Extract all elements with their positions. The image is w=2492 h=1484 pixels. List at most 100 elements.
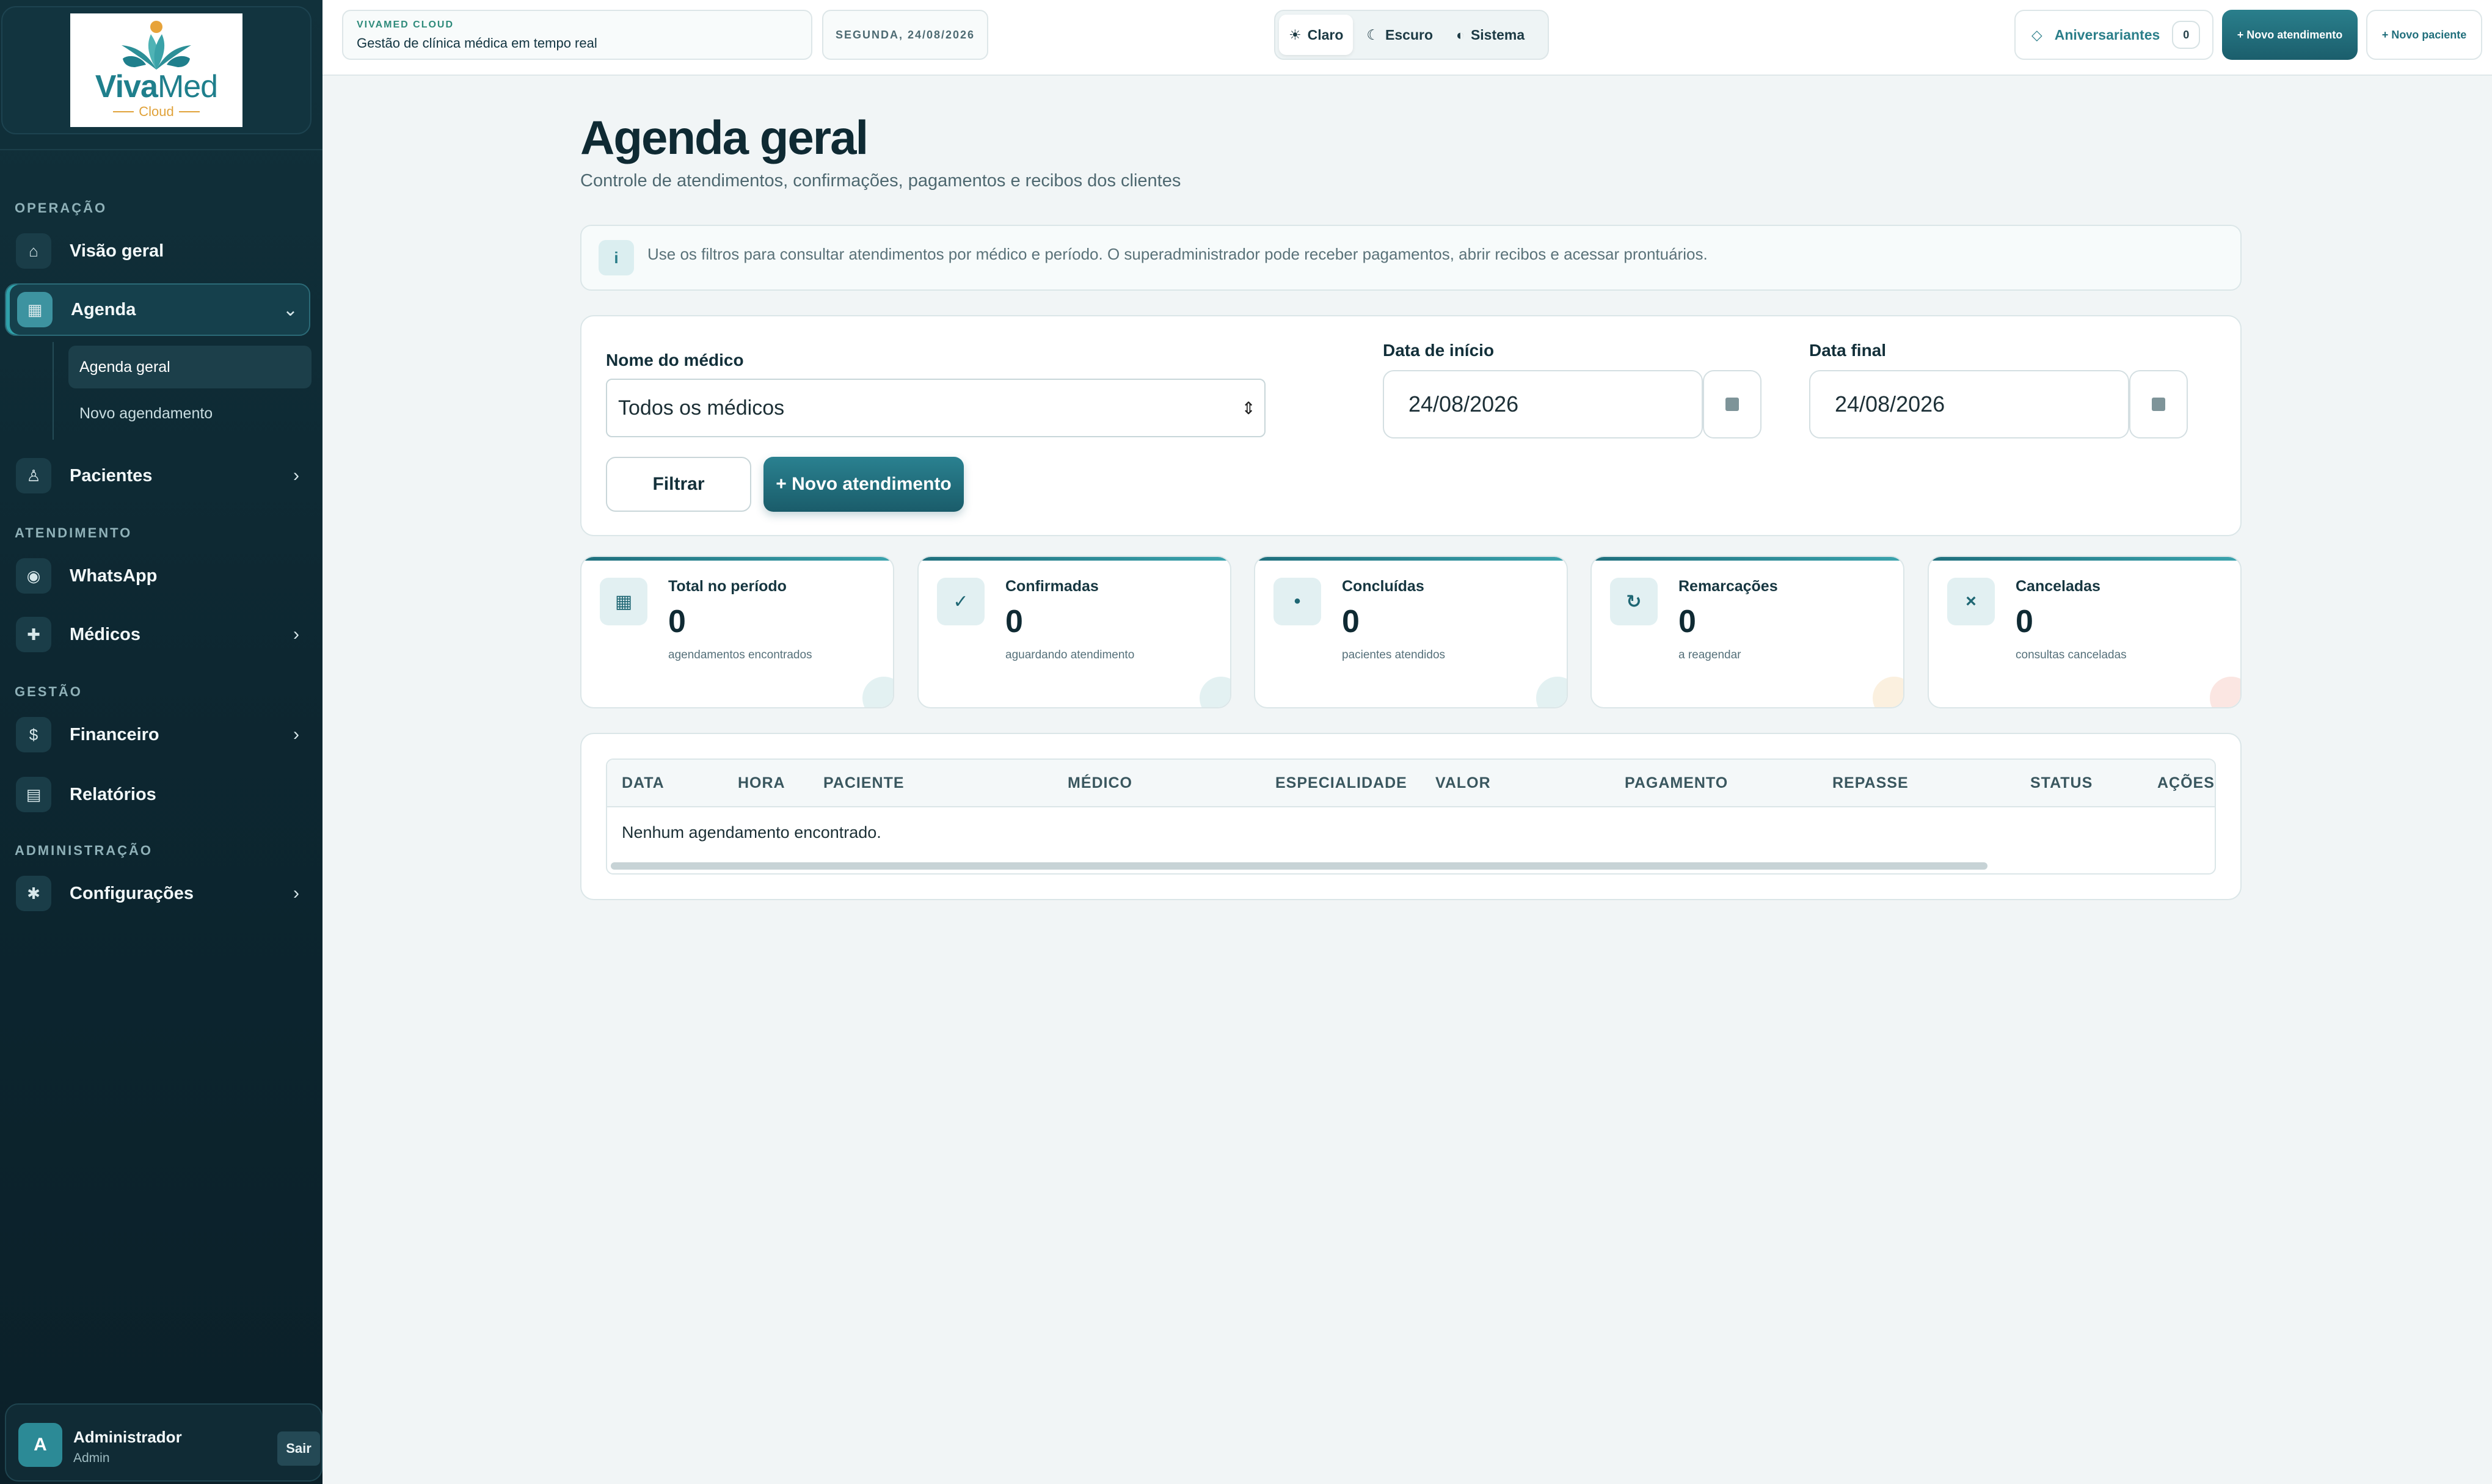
column-header[interactable]: ESPECIALIDADE [1275,774,1407,792]
birthdays-button[interactable]: ◇ Aniversariantes 0 [2014,10,2213,60]
sidebar-item-visao-geral[interactable]: ⌂ Visão geral [5,225,310,277]
close-icon: × [1947,578,1995,625]
column-header[interactable]: DATA [622,774,665,792]
doctor-select[interactable]: Todos os médicos ⇕ [606,379,1266,437]
user-card: A Administrador Admin Sair [5,1403,322,1482]
chevron-right-icon: › [293,624,299,644]
new-appointment-top-button[interactable]: + Novo atendimento [2222,10,2358,60]
appointments-table: DATA HORA PACIENTE MÉDICO ESPECIALIDADE … [606,758,2216,875]
plus-icon: ✚ [16,617,51,652]
theme-dark-button[interactable]: ☾ Escuro [1357,15,1443,55]
table-header: DATA HORA PACIENTE MÉDICO ESPECIALIDADE … [607,760,2215,807]
gear-icon: ✱ [16,876,51,911]
theme-label: Claro [1307,26,1344,43]
stat-title: Concluídas [1342,578,1424,595]
sidebar-item-configuracoes[interactable]: ✱ Configurações › [5,867,310,920]
calendar-icon [2152,398,2165,411]
horizontal-scrollbar[interactable] [611,862,1987,870]
brand-title: Gestão de clínica médica em tempo real [357,35,597,51]
stat-card-confirmadas: ✓ Confirmadas 0 aguardando atendimento [917,556,1231,708]
info-banner: i Use os filtros para consultar atendime… [580,225,2242,291]
sun-icon: ☀ [1289,26,1302,43]
brand-kicker: VIVAMED CLOUD [357,20,454,30]
start-date-calendar-button[interactable] [1703,370,1762,438]
stat-card-remarcacoes: ↻ Remarcações 0 a reagendar [1590,556,1904,708]
chevron-right-icon: › [293,465,299,486]
submenu-novo-agendamento[interactable]: Novo agendamento [68,392,312,435]
sidebar-item-medicos[interactable]: ✚ Médicos › [5,608,310,661]
stat-value: 0 [1342,604,1360,639]
column-header[interactable]: PAGAMENTO [1625,774,1728,792]
logout-button[interactable]: Sair [277,1431,320,1466]
theme-label: Sistema [1470,26,1525,43]
new-appointment-button[interactable]: + Novo atendimento [763,457,964,512]
sidebar: VivaMed Cloud OPERAÇÃO ⌂ Visão geral ▦ A… [0,0,322,1484]
theme-switcher: ☀ Claro ☾ Escuro ◐ Sistema [1274,10,1549,60]
decorative-corner [2210,677,2240,707]
sidebar-item-label: Relatórios [70,784,156,804]
section-title-operacao: OPERAÇÃO [15,200,107,216]
stat-desc: a reagendar [1678,649,1741,661]
sidebar-item-label: Configurações [70,883,194,903]
end-date-calendar-button[interactable] [2129,370,2188,438]
brand-box: VIVAMED CLOUD Gestão de clínica médica e… [342,10,812,60]
select-arrows-icon: ⇕ [1241,398,1256,418]
stat-desc: pacientes atendidos [1342,649,1446,661]
column-header[interactable]: AÇÕES [2157,774,2215,792]
column-header[interactable]: PACIENTE [823,774,905,792]
doctor-label: Nome do médico [606,351,744,369]
sidebar-item-financeiro[interactable]: $ Financeiro › [5,708,310,761]
chevron-right-icon: › [293,883,299,903]
column-header[interactable]: VALOR [1435,774,1491,792]
diamond-icon: ◇ [2031,26,2042,43]
info-icon: i [599,240,634,275]
new-patient-button[interactable]: + Novo paciente [2366,10,2482,60]
birthdays-count-badge: 0 [2172,21,2201,49]
logo-leaves-icon [122,21,191,70]
column-header[interactable]: MÉDICO [1068,774,1132,792]
sidebar-item-label: Visão geral [70,241,164,261]
page-title: Agenda geral [580,111,869,164]
stat-desc: aguardando atendimento [1005,649,1135,661]
stat-desc: consultas canceladas [2016,649,2127,661]
start-date-input[interactable]: 24/08/2026 [1383,370,1703,438]
stat-title: Remarcações [1678,578,1778,595]
decorative-corner [862,677,893,707]
submenu-line [53,342,54,440]
info-text: Use os filtros para consultar atendiment… [647,244,1708,263]
user-icon: ♙ [16,458,51,493]
column-header[interactable]: REPASSE [1832,774,1909,792]
report-icon: ▤ [16,777,51,812]
stat-value: 0 [2016,604,2033,639]
current-date: SEGUNDA, 24/08/2026 [822,10,988,60]
sidebar-item-pacientes[interactable]: ♙ Pacientes › [5,449,310,502]
sidebar-item-whatsapp[interactable]: ◉ WhatsApp [5,550,310,602]
sidebar-item-relatorios[interactable]: ▤ Relatórios [5,768,310,821]
theme-system-button[interactable]: ◐ Sistema [1446,15,1534,55]
decorative-corner [1536,677,1567,707]
logo-wordmark: VivaMed [95,69,218,104]
logo-subtitle: Cloud [113,104,199,120]
end-date-input[interactable]: 24/08/2026 [1809,370,2129,438]
logo-container: VivaMed Cloud [1,6,312,134]
doctor-select-value: Todos os médicos [618,396,785,420]
column-header[interactable]: HORA [738,774,785,792]
stat-card-concluidas: • Concluídas 0 pacientes atendidos [1254,556,1568,708]
birthdays-label: Aniversariantes [2054,26,2160,43]
logo[interactable]: VivaMed Cloud [70,13,242,127]
sidebar-item-agenda[interactable]: ▦ Agenda ⌄ [5,283,310,336]
avatar[interactable]: A [18,1423,62,1467]
column-header[interactable]: STATUS [2030,774,2093,792]
stat-title: Canceladas [2016,578,2100,595]
sidebar-item-label: Médicos [70,624,141,644]
submenu-agenda-geral[interactable]: Agenda geral [68,346,312,388]
theme-light-button[interactable]: ☀ Claro [1279,15,1353,55]
stat-value: 0 [668,604,686,639]
filter-button[interactable]: Filtrar [606,457,751,512]
stat-value: 0 [1005,604,1023,639]
calendar-icon: ▦ [17,292,53,327]
appointments-table-card: DATA HORA PACIENTE MÉDICO ESPECIALIDADE … [580,733,2242,900]
page-subtitle: Controle de atendimentos, confirmações, … [580,171,1181,191]
refresh-icon: ↻ [1610,578,1658,625]
section-title-administracao: ADMINISTRAÇÃO [15,843,153,858]
